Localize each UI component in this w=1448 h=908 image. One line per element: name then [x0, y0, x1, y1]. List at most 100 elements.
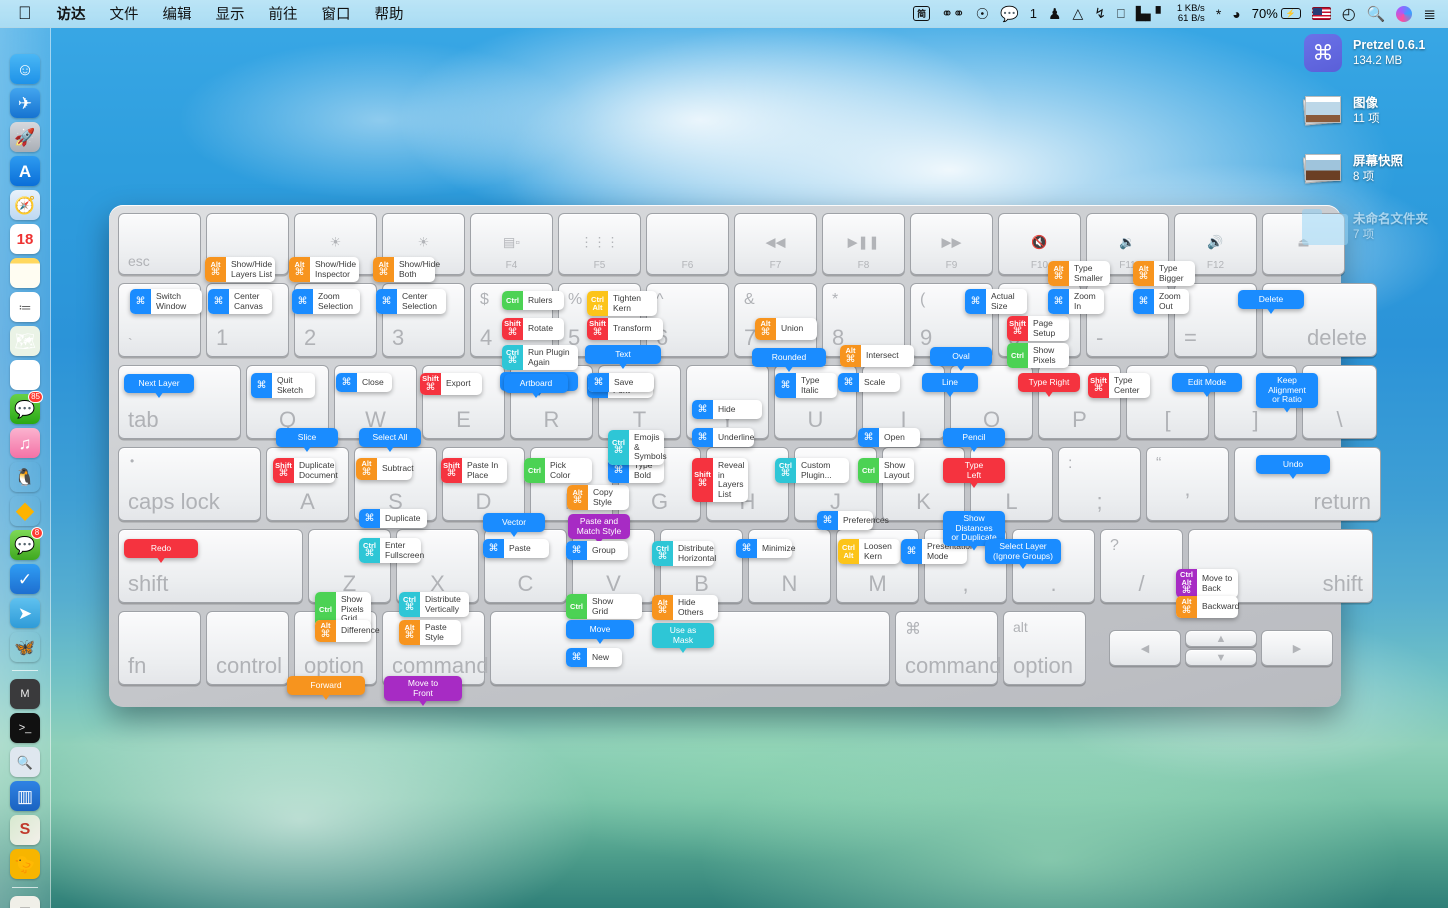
tooltip-modifier-badge: ⌘ [901, 539, 922, 565]
shortcut-tooltip-copy-style: Alt ⌘ Copy Style [567, 485, 629, 511]
tooltip-modifier-key: ⌘ [213, 295, 224, 307]
arrow-left-icon: ◀ [1140, 642, 1150, 655]
tooltip-label: Transform [613, 322, 652, 333]
siri-icon[interactable] [1396, 5, 1413, 22]
flag-icon[interactable] [1311, 7, 1331, 20]
network-signal-icon[interactable]: △ [1072, 5, 1083, 22]
key-semicolon[interactable]: :; [1058, 447, 1141, 521]
search-icon[interactable]: 🔍 [1367, 5, 1386, 23]
shortcut-tooltip-zoom-selection: ⌘ Zoom Selection [292, 289, 360, 315]
dock-item-preview[interactable]: 🔍 [10, 747, 40, 777]
key-arrow-down[interactable]: ▼ [1185, 649, 1257, 666]
key-f4[interactable]: F4 ▤▫ [470, 213, 553, 275]
dock-item-duck-emoji[interactable]: 🐤 [10, 849, 40, 879]
equalizer-icon[interactable]: ▙▖▘ [1136, 6, 1166, 22]
eyeglasses-icon[interactable]: ⚭⚭ [941, 5, 964, 22]
dock-item-telegram[interactable]: ➤ [10, 598, 40, 628]
shortcut-tooltip-next-layer: Next Layer [124, 374, 194, 398]
dock-item-safari[interactable]: 🧭 [10, 190, 40, 220]
key-f7[interactable]: F7 ◀◀ [734, 213, 817, 275]
dock-item-sublime-s[interactable]: S [10, 815, 40, 845]
dock-item-finder[interactable]: ☺ [10, 54, 40, 84]
menu-item-help[interactable]: 帮助 [363, 1, 416, 26]
display-icon[interactable]: ⎕ [1117, 6, 1125, 22]
key-arrow-right[interactable]: ▶ [1261, 630, 1333, 666]
key-fn[interactable]: fn [118, 611, 201, 685]
key-f5[interactable]: F5 ⋮⋮⋮ [558, 213, 641, 275]
dock-item-macdown[interactable]: M [10, 679, 40, 709]
menu-item-view[interactable]: 显示 [204, 1, 257, 26]
dock-item-wechat[interactable]: 💬 8 [10, 527, 43, 560]
wifi-icon[interactable]: ◕ [1232, 6, 1240, 22]
dock-badge: 85 [28, 391, 43, 403]
dock-item-maps[interactable]: 🗺 [10, 326, 40, 356]
key-label: M [868, 571, 887, 596]
desktop-item-pretzel[interactable]: ⌘ Pretzel 0.6.1 134.2 MB [1302, 32, 1442, 74]
dock-item-ulysses-butterfly[interactable]: 🦋 [10, 632, 40, 662]
menu-item-go[interactable]: 前往 [257, 1, 310, 26]
key-capslock[interactable]: • caps lock [118, 447, 261, 521]
tooltip-modifier-badge: Alt ⌘ [755, 318, 776, 340]
network-speed-indicator[interactable]: 1 KB/s 61 B/s [1177, 3, 1205, 24]
shortcut-tooltip-loosen-kern: Ctrl Alt Loosen Kern [838, 539, 900, 565]
menu-item-finder[interactable]: 访达 [45, 1, 98, 26]
reminders-icon: ≔ [18, 299, 32, 315]
key-arrow-left[interactable]: ◀ [1109, 630, 1181, 666]
key-rcommand[interactable]: ⌘ command [895, 611, 1002, 685]
dock-item-calendar[interactable]: 18 [10, 224, 40, 254]
key-label: 3 [392, 325, 405, 350]
dock-item-photos[interactable]: ❀ [10, 360, 40, 390]
dock-item-telegram-blue[interactable]: ✈ [10, 88, 40, 118]
menu-item-edit[interactable]: 编辑 [151, 1, 204, 26]
apple-logo-icon[interactable]:  [14, 4, 45, 24]
key-roption[interactable]: alt option [1003, 611, 1086, 685]
key-f9[interactable]: F9 ▶▶ [910, 213, 993, 275]
clock-icon[interactable]: ◴ [1342, 4, 1356, 24]
capslock-indicator: • [130, 454, 135, 468]
desktop-item-untitled-folder[interactable]: 未命名文件夹 7 项 [1302, 206, 1442, 248]
tooltip-modifier-key: ⌘ [741, 542, 752, 554]
dock-item-reminders[interactable]: ≔ [10, 292, 40, 322]
key-arrow-up[interactable]: ▲ [1185, 630, 1257, 647]
bullseye-icon[interactable]: ☉ [976, 5, 989, 23]
shortcut-tooltip-run-plugin-again: Ctrl ⌘ Run Plugin Again [502, 345, 578, 371]
qq-status-icon[interactable]: ♟ [1048, 5, 1061, 23]
dock-item-trello[interactable]: ▥ [10, 781, 40, 811]
dock-item-app-store[interactable]: A [10, 156, 40, 186]
key-esc[interactable]: esc [118, 213, 201, 275]
cjk-input-icon[interactable]: 简 [913, 6, 931, 21]
tooltip-label: Switch Window [156, 291, 187, 311]
dock-item-qq[interactable]: 🐧 [10, 462, 40, 492]
desktop-item-detail: 11 项 [1353, 112, 1380, 125]
key-f8[interactable]: F8 ▶❚❚ [822, 213, 905, 275]
shortcuts-icon[interactable]: ↯ [1094, 5, 1106, 22]
desktop-item-images[interactable]: 图像 11 项 [1302, 90, 1442, 132]
dock-item-notes[interactable] [10, 258, 40, 288]
key-slash[interactable]: ? / [1100, 529, 1183, 603]
control-center-icon[interactable]: ≣ [1423, 5, 1436, 23]
key-control[interactable]: control [206, 611, 289, 685]
dock-item-terminal[interactable]: >_ [10, 713, 40, 743]
dock-item-things[interactable]: ✓ [10, 564, 40, 594]
dock-item-messages[interactable]: 💬 85 [10, 391, 43, 424]
key-shift-label: * [832, 291, 839, 308]
dock-item-music[interactable]: ♫ [10, 428, 40, 458]
dock-item-sketch[interactable]: ◆ [10, 496, 40, 526]
wechat-status-icon[interactable]: 💬 [1000, 5, 1019, 23]
sublime-s-icon: S [19, 821, 31, 838]
shortcut-tooltip-show-layout: Ctrl Show Layout [858, 458, 914, 484]
tooltip-modifier-key: ⌘ [780, 468, 791, 480]
tooltip-modifier-key: ⌘ [404, 602, 415, 614]
battery-status[interactable]: 70% ⚡ [1252, 6, 1301, 21]
menu-item-file[interactable]: 文件 [98, 1, 151, 26]
tooltip-label: Rotate [528, 322, 554, 333]
desktop-item-screenshots[interactable]: 屏幕快照 8 项 [1302, 148, 1442, 190]
dock-item-keynote-doc[interactable]: ▤ [10, 896, 40, 908]
key-f6[interactable]: F6 [646, 213, 729, 275]
wechat-icon: 💬 [14, 535, 36, 555]
key-quote[interactable]: “’ [1146, 447, 1229, 521]
shortcut-tooltip-custom-plugin: Ctrl ⌘ Custom Plugin... [775, 458, 849, 484]
menu-item-window[interactable]: 窗口 [310, 1, 363, 26]
bluetooth-icon[interactable]: * [1216, 6, 1221, 22]
dock-item-launchpad[interactable]: 🚀 [10, 122, 40, 152]
